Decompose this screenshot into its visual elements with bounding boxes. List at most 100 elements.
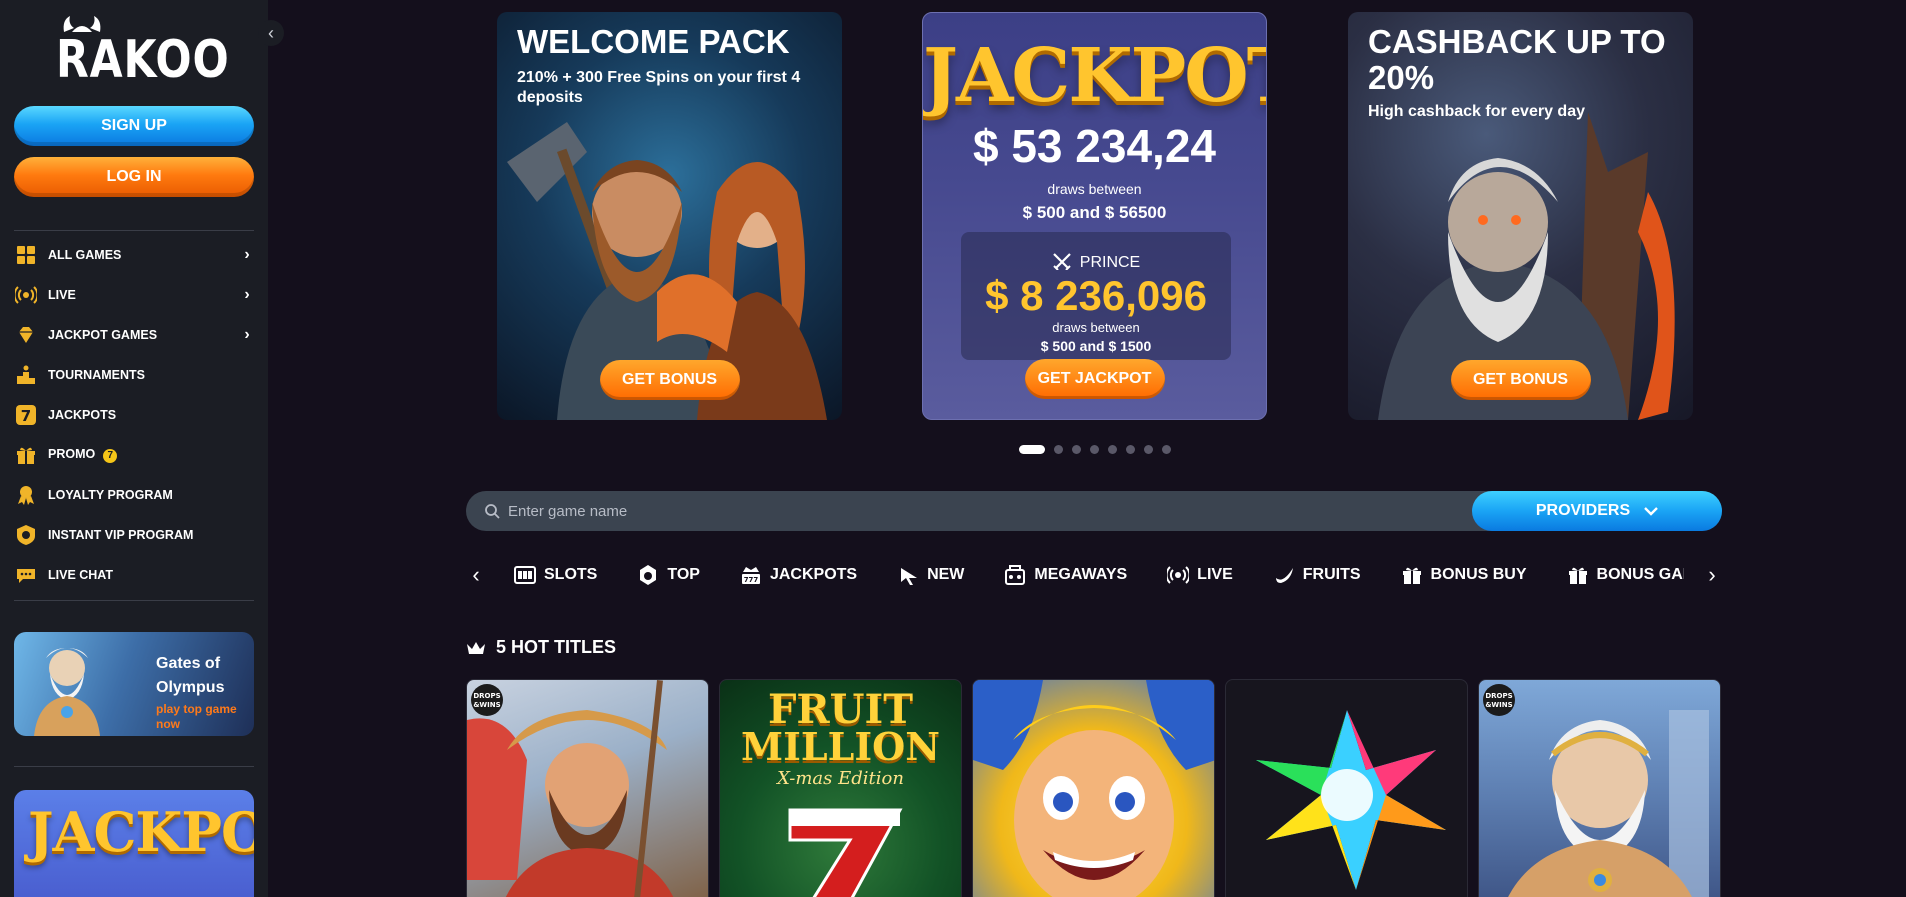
sidebar-item-live[interactable]: LIVE › [14,275,254,315]
sidebar-item-label: ALL GAMES [48,248,122,262]
get-bonus-button[interactable]: GET BONUS [1450,360,1591,400]
banner-subtitle: High cashback for every day [1368,103,1585,120]
get-jackpot-button[interactable]: GET JACKPOT [1024,359,1165,399]
scroll-left-button[interactable]: ‹ [466,562,486,588]
svg-text:777: 777 [744,576,759,584]
chevron-down-icon [1644,503,1658,519]
jackpot-draws-range: $ 500 and $ 56500 [1022,203,1167,222]
sidebar-item-label: PROMO 7 [48,447,254,463]
top-badge-icon [637,564,659,586]
promo-count-badge: 7 [103,449,118,463]
carousel-dot[interactable] [1090,445,1099,454]
prince-draws-range: $ 500 and $ 1500 [1040,338,1152,354]
rakoo-logo[interactable]: RAKOO [56,14,229,90]
vip-badge-icon [14,523,38,547]
sparkle-rocket-icon [897,564,919,586]
tile-title-line2: MILLION [741,724,940,769]
sidebar-item-all-games[interactable]: ALL GAMES › [14,235,254,275]
collapse-sidebar-button[interactable]: ‹ [258,20,284,46]
tab-jackpots[interactable]: 777 JACKPOTS [740,564,857,586]
sign-up-button[interactable]: SIGN UP [14,106,254,146]
tab-bonus-buy[interactable]: BONUS BUY [1401,564,1527,586]
sidebar-item-tournaments[interactable]: TOURNAMENTS [14,355,254,395]
tab-slots[interactable]: SLOTS [514,564,597,586]
sidebar-item-jackpots[interactable]: 7 JACKPOTS [14,395,254,435]
carousel-dot[interactable] [1126,445,1135,454]
gift-icon [14,443,38,467]
starburst-gem-icon [1256,710,1446,890]
crossed-swords-icon [1052,253,1071,271]
hot-titles-heading: 5 HOT TITLES [466,637,616,658]
tab-live[interactable]: LIVE [1167,564,1233,586]
game-tile-joker[interactable] [972,679,1215,897]
sidebar-item-jackpot-games[interactable]: JACKPOT GAMES › [14,315,254,355]
svg-text:7: 7 [21,407,31,425]
jackpot-banner[interactable]: JACKPOT $ 53 234,24 draws between $ 500 … [922,12,1267,420]
jackpot-side-card[interactable]: JACKPOT [14,790,254,897]
promo-card-cta[interactable]: play top game now [156,702,246,732]
svg-text:DROPS: DROPS [1485,692,1512,700]
sidebar-menu: ALL GAMES › LIVE › JACKPOT GAMES › TOURN… [14,235,254,595]
cashback-banner[interactable]: CASHBACK UP TO 20% High cashback for eve… [1348,12,1693,420]
carousel-dot[interactable] [1108,445,1117,454]
carousel-dot[interactable] [1072,445,1081,454]
drops-and-wins-badge-icon: DROPS&WINS [471,684,503,716]
seven-icon: 7 [14,403,38,427]
prince-jackpot-box: PRINCE $ 8 236,096 draws between $ 500 a… [961,232,1231,360]
prince-amount: $ 8 236,096 [985,272,1207,319]
sidebar-item-live-chat[interactable]: LIVE CHAT [14,555,254,595]
game-tile-starburst[interactable] [1225,679,1468,897]
carousel-dot[interactable] [1162,445,1171,454]
get-bonus-button[interactable]: GET BONUS [599,360,740,400]
lucky-seven-icon [788,808,903,897]
jackpot-heading: JACKPOT [923,33,1267,119]
tab-new[interactable]: NEW [897,564,964,586]
sidebar-item-instant-vip-program[interactable]: INSTANT VIP PROGRAM [14,515,254,555]
megaways-icon [1004,564,1026,586]
game-search-bar: PROVIDERS [466,491,1722,531]
game-tile-big-bass[interactable]: DROPS &WINS [466,679,709,897]
game-tile-zeus[interactable]: DROPS &WINS [1478,679,1721,897]
sidebar-item-label: JACKPOT GAMES [48,328,158,342]
sidebar-item-label: TOURNAMENTS [48,368,145,382]
tab-top[interactable]: TOP [637,564,700,586]
log-in-button[interactable]: LOG IN [14,157,254,197]
providers-dropdown[interactable]: PROVIDERS [1472,491,1722,531]
logo-text: RAKOO [56,30,230,90]
svg-text:&WINS: &WINS [1485,701,1512,709]
carousel-dots [1019,445,1180,454]
prince-label: PRINCE [961,252,1231,272]
category-tabs: ‹ SLOTS TOP 777 JACKPOTS NEW MEGAWAYS LI… [466,556,1722,594]
diamond-icon [14,323,38,347]
welcome-pack-banner[interactable]: WELCOME PACK 210% + 300 Free Spins on yo… [497,12,842,420]
sidebar-item-label: LIVE [48,288,76,302]
drops-and-wins-badge-icon: DROPS&WINS [1483,684,1515,716]
carousel-dot[interactable] [1144,445,1153,454]
jackpot-draws-label: draws between [1047,181,1142,197]
tab-fruits[interactable]: FRUITS [1273,564,1361,586]
scroll-right-button[interactable]: › [1702,562,1722,588]
carousel-dot[interactable] [1054,445,1063,454]
sidebar-item-promo[interactable]: PROMO 7 [14,435,254,475]
carousel-dot[interactable] [1019,445,1045,454]
tab-bonus-game[interactable]: BONUS GAME [1567,564,1684,586]
banner-title: CASHBACK UP TO 20% [1368,23,1666,96]
banner-title: WELCOME PACK [517,23,790,60]
game-tile-fruit-million[interactable]: FRUIT MILLION X-mas Edition [719,679,962,897]
banana-icon [1273,564,1295,586]
jackpot-amount: $ 53 234,24 [972,120,1216,172]
tile-title-line3: X-mas Edition [777,768,904,789]
sidebar-item-loyalty-program[interactable]: LOYALTY PROGRAM [14,475,254,515]
tab-megaways[interactable]: MEGAWAYS [1004,564,1127,586]
category-list: SLOTS TOP 777 JACKPOTS NEW MEGAWAYS LIVE… [514,556,1684,594]
jackpot-side-text: JACKPOT [28,800,254,864]
search-input[interactable] [508,491,1468,531]
svg-text:&WINS: &WINS [473,701,500,709]
chat-icon [14,563,38,587]
chevron-right-icon: › [244,286,250,303]
sidebar: RAKOO SIGN UP LOG IN ALL GAMES › LIVE › … [0,0,268,897]
search-icon [485,504,500,519]
providers-label: PROVIDERS [1535,502,1631,519]
gates-of-olympus-promo-card[interactable]: Gates of Olympus play top game now [14,632,254,736]
sidebar-item-label: LIVE CHAT [48,568,114,582]
